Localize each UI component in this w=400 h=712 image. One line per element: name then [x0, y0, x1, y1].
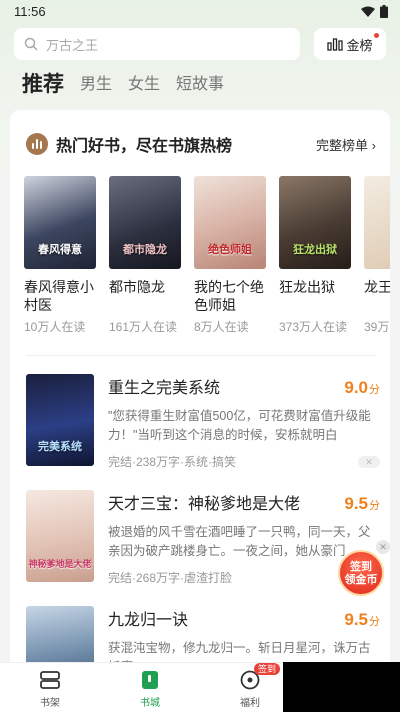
hot-book-card[interactable]: 春风得意 春风得意小村医 10万人在读: [24, 176, 99, 335]
book-title-row: 九龙归一诀 9.5分: [108, 606, 380, 630]
hot-book-list: 春风得意 春风得意小村医 10万人在读 都市隐龙 都市隐龙 161万人在读 绝色…: [24, 176, 390, 346]
cover-title: 完美系统: [38, 441, 82, 453]
hot-book-card[interactable]: 都市隐龙 都市隐龙 161万人在读: [109, 176, 184, 335]
cover-title: 龙: [364, 241, 390, 257]
book-cover: 神秘爹地是大佬: [26, 490, 94, 582]
status-time: 11:56: [14, 3, 46, 19]
book-readers: 161万人在读: [109, 320, 178, 334]
book-meta: 完结·268万字·虐渣打脸: [108, 571, 233, 585]
book-title-row: 天才三宝：神秘爹地是大佬 9.5分: [108, 490, 380, 514]
book-title: 重生之完美系统: [108, 380, 221, 397]
hot-book-card[interactable]: 绝色师姐 我的七个绝色师姐 8万人在读: [194, 176, 269, 335]
search-icon: [24, 37, 38, 51]
book-cover: 绝色师姐: [194, 176, 266, 269]
full-ranking-label: 完整榜单: [316, 137, 369, 153]
hot-book-card[interactable]: 狂龙出狱 狂龙出狱 373万人在读: [279, 176, 354, 335]
book-cover: [26, 606, 94, 662]
book-title: 天才三宝：神秘爹地是大佬: [108, 496, 301, 513]
book-meta: 完结·238万字·系统·搞笑: [108, 455, 237, 469]
book-cover: 龙: [364, 176, 390, 269]
book-readers: 10万人在读: [24, 320, 86, 334]
tab-short-stories[interactable]: 短故事: [176, 72, 224, 98]
checkin-line2: 领金币: [344, 574, 378, 586]
search-row: 万古之王 金榜: [14, 28, 386, 60]
chevron-right-icon: ›: [371, 137, 376, 153]
book-cover: 完美系统: [26, 374, 94, 466]
section-divider: [26, 355, 376, 356]
nav-label: 福利: [240, 698, 260, 709]
checkin-line1: 签到: [350, 561, 372, 573]
book-description: 获混沌宝物，修九龙归一。斩日月星河，诛万古妖魔。: [108, 641, 371, 662]
book-name: 龙王: [364, 279, 390, 295]
status-icons: [361, 4, 388, 18]
dismiss-icon[interactable]: ✕: [358, 455, 380, 468]
cover-title: 狂龙出狱: [293, 244, 337, 256]
cover-title: 都市隐龙: [123, 244, 167, 256]
hot-book-card[interactable]: 龙 龙王 39万人在读: [364, 176, 390, 335]
book-title-row: 重生之完美系统 9.0分: [108, 374, 380, 398]
book-score: 9.5分: [344, 494, 380, 513]
book-name: 狂龙出狱: [279, 279, 335, 295]
nav-bookshelf[interactable]: 书架: [0, 663, 100, 712]
hot-section-title: 热门好书，尽在书旗热榜: [56, 138, 233, 155]
rank-button-label: 金榜: [346, 37, 373, 53]
cover-title: 神秘爹地是大佬: [28, 559, 92, 569]
book-title: 九龙归一诀: [108, 612, 189, 629]
book-name: 我的七个绝色师姐: [194, 279, 264, 313]
bookstore-icon: [141, 669, 159, 691]
cover-title: 绝色师姐: [208, 244, 252, 256]
checkin-badge: 签到: [254, 663, 281, 675]
book-readers: 8万人在读: [194, 320, 249, 334]
status-bar: 11:56: [0, 0, 400, 22]
book-score: 9.0分: [344, 378, 380, 397]
hot-title-wrap: 热门好书，尽在书旗热榜: [26, 132, 232, 156]
rank-button[interactable]: 金榜: [314, 28, 386, 60]
book-description: "您获得重生财富值500亿，可花费财富值升级能力！"当听到这个消息的时候，安栎就…: [108, 409, 371, 442]
nav-bookstore[interactable]: 书城: [100, 663, 200, 712]
book-name: 都市隐龙: [109, 279, 165, 295]
hot-section-header: 热门好书，尽在书旗热榜 完整榜单 ›: [26, 132, 376, 156]
tab-recommend[interactable]: 推荐: [22, 72, 64, 98]
search-placeholder: 万古之王: [46, 37, 99, 53]
book-name: 春风得意小村医: [24, 279, 94, 313]
book-readers: 39万人在读: [364, 320, 390, 334]
wifi-icon: [361, 6, 375, 17]
content-panel: 热门好书，尽在书旗热榜 完整榜单 › 春风得意 春风得意小村医 10万人在读 都…: [10, 110, 390, 662]
hot-rank-icon: [26, 133, 48, 155]
bookshelf-icon: [40, 669, 60, 691]
notification-dot: [374, 33, 379, 38]
book-info: 重生之完美系统 9.0分 "您获得重生财富值500亿，可花费财富值升级能力！"当…: [108, 374, 380, 470]
tab-male[interactable]: 男生: [80, 72, 112, 98]
book-score: 9.5分: [344, 610, 380, 629]
book-readers: 373万人在读: [279, 320, 348, 334]
black-overlay: [283, 662, 400, 712]
search-input[interactable]: 万古之王: [14, 28, 300, 60]
chart-bars-icon: [327, 37, 344, 51]
checkin-coin-button[interactable]: 签到 领金币: [338, 550, 384, 596]
full-ranking-link[interactable]: 完整榜单 ›: [316, 135, 376, 154]
close-icon[interactable]: ✕: [376, 540, 390, 554]
category-tabs: 推荐 男生 女生 短故事: [22, 72, 224, 98]
book-meta-row: 完结·238万字·系统·搞笑 ✕: [108, 453, 380, 470]
cover-title: 春风得意: [38, 244, 82, 256]
book-cover: 都市隐龙: [109, 176, 181, 269]
nav-label: 书城: [140, 698, 160, 709]
nav-label: 书架: [40, 698, 60, 709]
book-cover: 春风得意: [24, 176, 96, 269]
battery-icon: [380, 4, 388, 18]
book-info: 九龙归一诀 9.5分 获混沌宝物，修九龙归一。斩日月星河，诛万古妖魔。: [108, 606, 380, 662]
tab-female[interactable]: 女生: [128, 72, 160, 98]
book-cover: 狂龙出狱: [279, 176, 351, 269]
checkin-float-badge[interactable]: ✕ 签到 领金币: [336, 540, 390, 600]
